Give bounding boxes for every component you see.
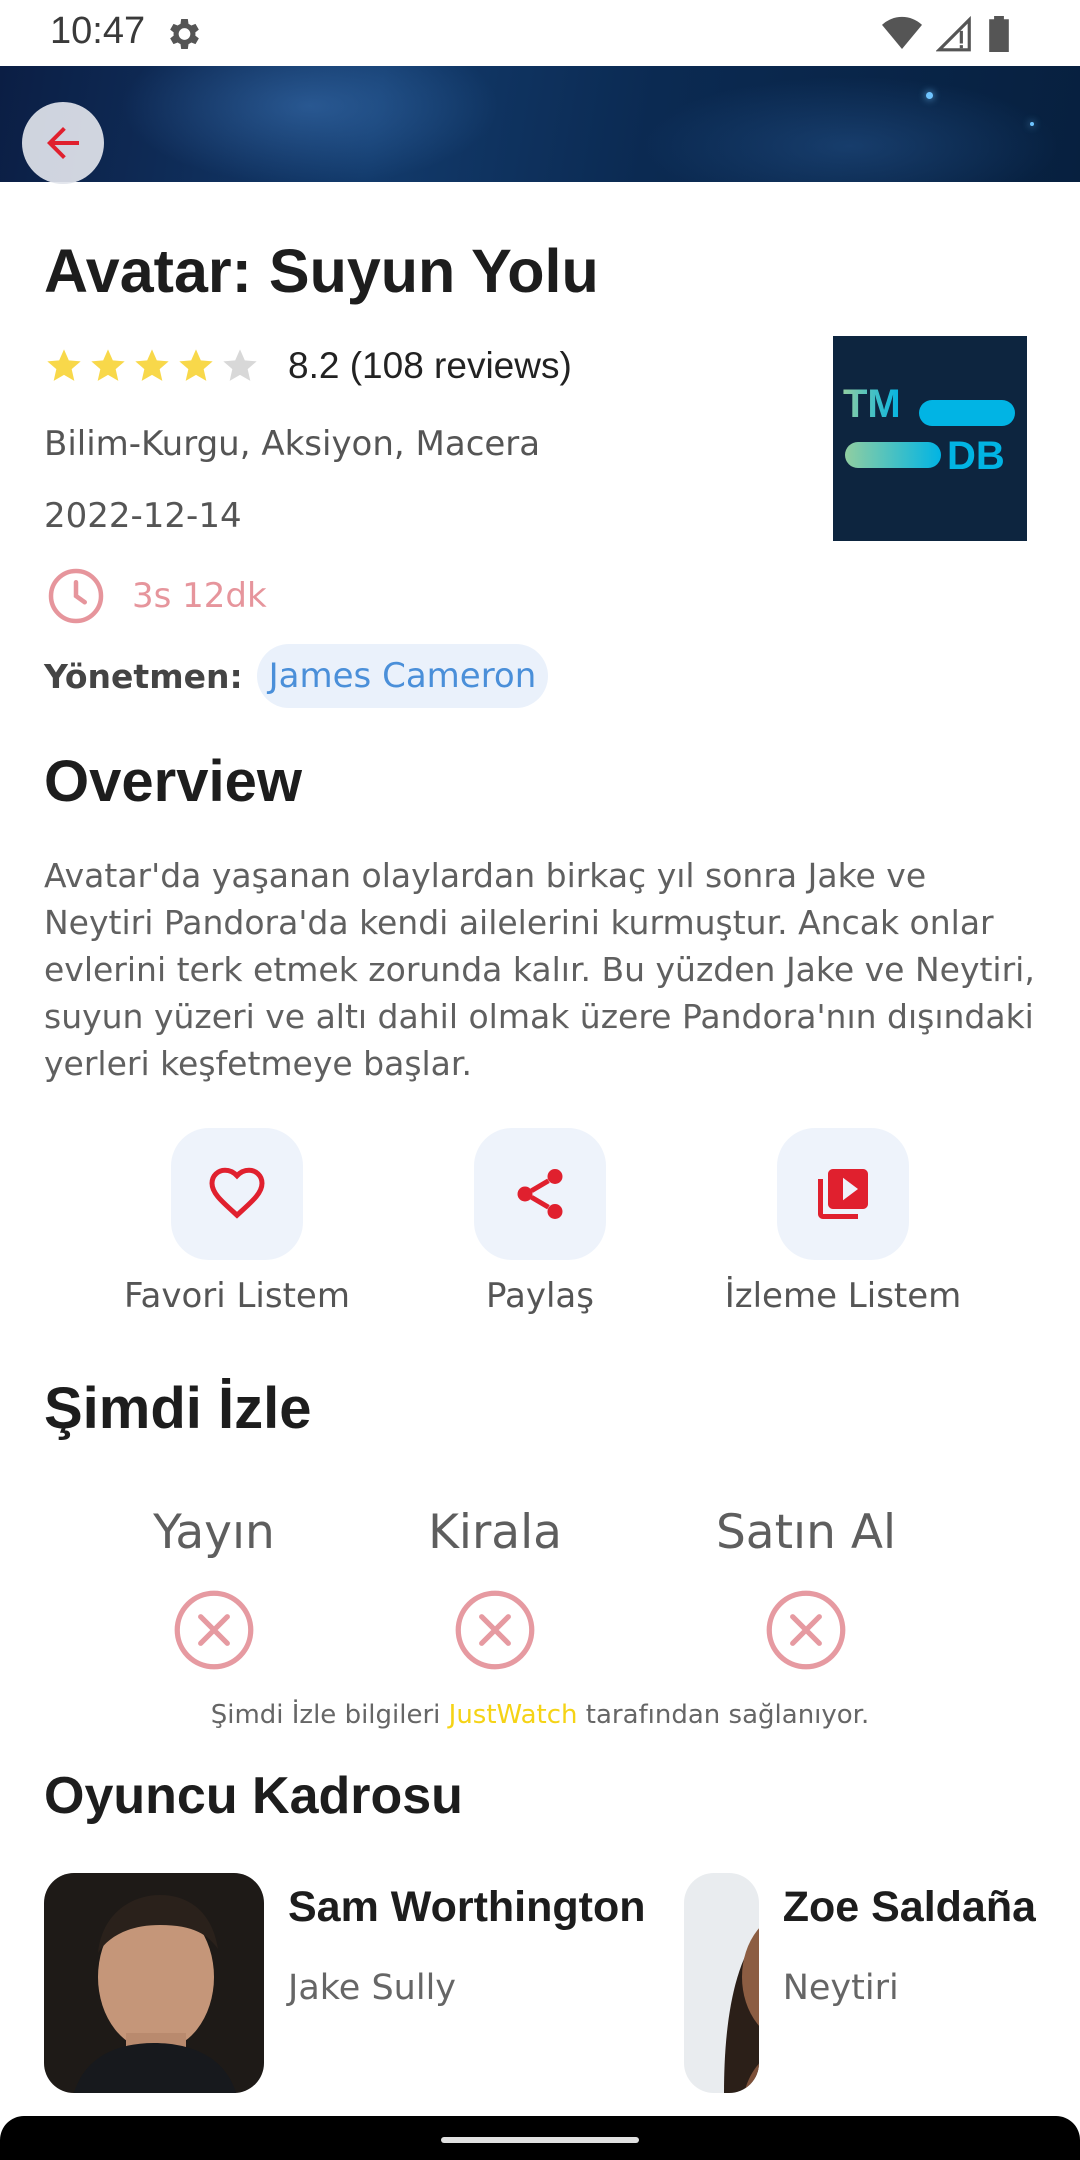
movie-title: Avatar: Suyun Yolu [44,237,599,305]
overview-heading: Overview [44,749,302,814]
cast-character: Jake Sully [288,1968,457,2008]
battery-icon [989,16,1009,52]
justwatch-credit: Şimdi İzle bilgileri JustWatch tarafında… [0,1700,1080,1730]
share-label: Paylaş [486,1276,594,1316]
release-date: 2022-12-14 [44,496,242,536]
runtime: 3s 12dk [46,566,267,626]
overview-text: Avatar'da yaşanan olaylardan birkaç yıl … [44,856,1035,1083]
status-time: 10:47 [50,10,146,52]
director-chip[interactable]: James Cameron [256,644,549,708]
cast-character: Neytiri [782,1968,899,2008]
star-rating [44,346,260,386]
signal-icon [936,16,971,52]
stream-label: Yayın [153,1505,275,1560]
credit-suffix: tarafından sağlanıyor. [577,1700,870,1730]
rent-label: Kirala [428,1505,562,1560]
tmdb-logo-text-2: DB [947,434,1005,478]
favorite-button[interactable]: Favori Listem [87,1128,387,1316]
gear-icon [170,19,199,49]
clock-icon [48,568,104,624]
buy-label: Satın Al [715,1505,897,1560]
back-button[interactable] [22,102,104,184]
watch-now-stream: Yayın [84,1505,344,1676]
watchlist-label: İzleme Listem [724,1276,962,1316]
cast-card[interactable]: Zoe Saldaña Neytiri [684,1873,1036,2093]
star-filled-icon [91,349,125,381]
rating-row: 8.2 (108 reviews) [44,345,572,387]
unavailable-icon [766,1590,846,1670]
cast-photo [44,1873,264,2093]
unavailable-icon [174,1590,254,1670]
star-empty-icon [223,349,257,381]
watch-now-rent: Kirala [365,1505,625,1676]
home-handle[interactable] [441,2137,639,2143]
runtime-text: 3s 12dk [132,576,267,616]
cast-photo [684,1873,759,2093]
share-button[interactable]: Paylaş [390,1128,690,1316]
tmdb-logo-text-1: TM [843,382,901,426]
backdrop-image [0,66,1080,182]
cast-name: Sam Worthington [288,1883,646,1931]
wifi-icon [882,16,922,49]
director-label: Yönetmen: [44,656,243,696]
director-row: Yönetmen: James Cameron [44,644,549,708]
cast-heading: Oyuncu Kadrosu [44,1767,463,1825]
watchlist-button[interactable]: İzleme Listem [693,1128,993,1316]
status-bar: 10:47 [0,0,1080,66]
star-filled-icon [135,349,169,381]
watch-now-buy: Satın Al [676,1505,936,1676]
playlist-play-icon [818,1169,868,1219]
justwatch-link[interactable]: JustWatch [449,1700,578,1730]
credit-prefix: Şimdi İzle bilgileri [210,1700,449,1730]
star-filled-icon [47,349,81,381]
share-icon [517,1169,563,1219]
genres: Bilim-Kurgu, Aksiyon, Macera [44,424,541,464]
cast-card[interactable]: Sam Worthington Jake Sully [44,1873,646,2093]
cast-name: Zoe Saldaña [782,1883,1036,1931]
star-filled-icon [179,349,213,381]
unavailable-icon [455,1590,535,1670]
arrow-left-icon [47,127,79,159]
heart-icon [209,1167,265,1219]
tmdb-logo: TM DB [833,336,1027,541]
favorite-label: Favori Listem [124,1276,350,1316]
rating-text: 8.2 (108 reviews) [288,345,572,386]
watch-now-heading: Şimdi İzle [44,1376,312,1441]
